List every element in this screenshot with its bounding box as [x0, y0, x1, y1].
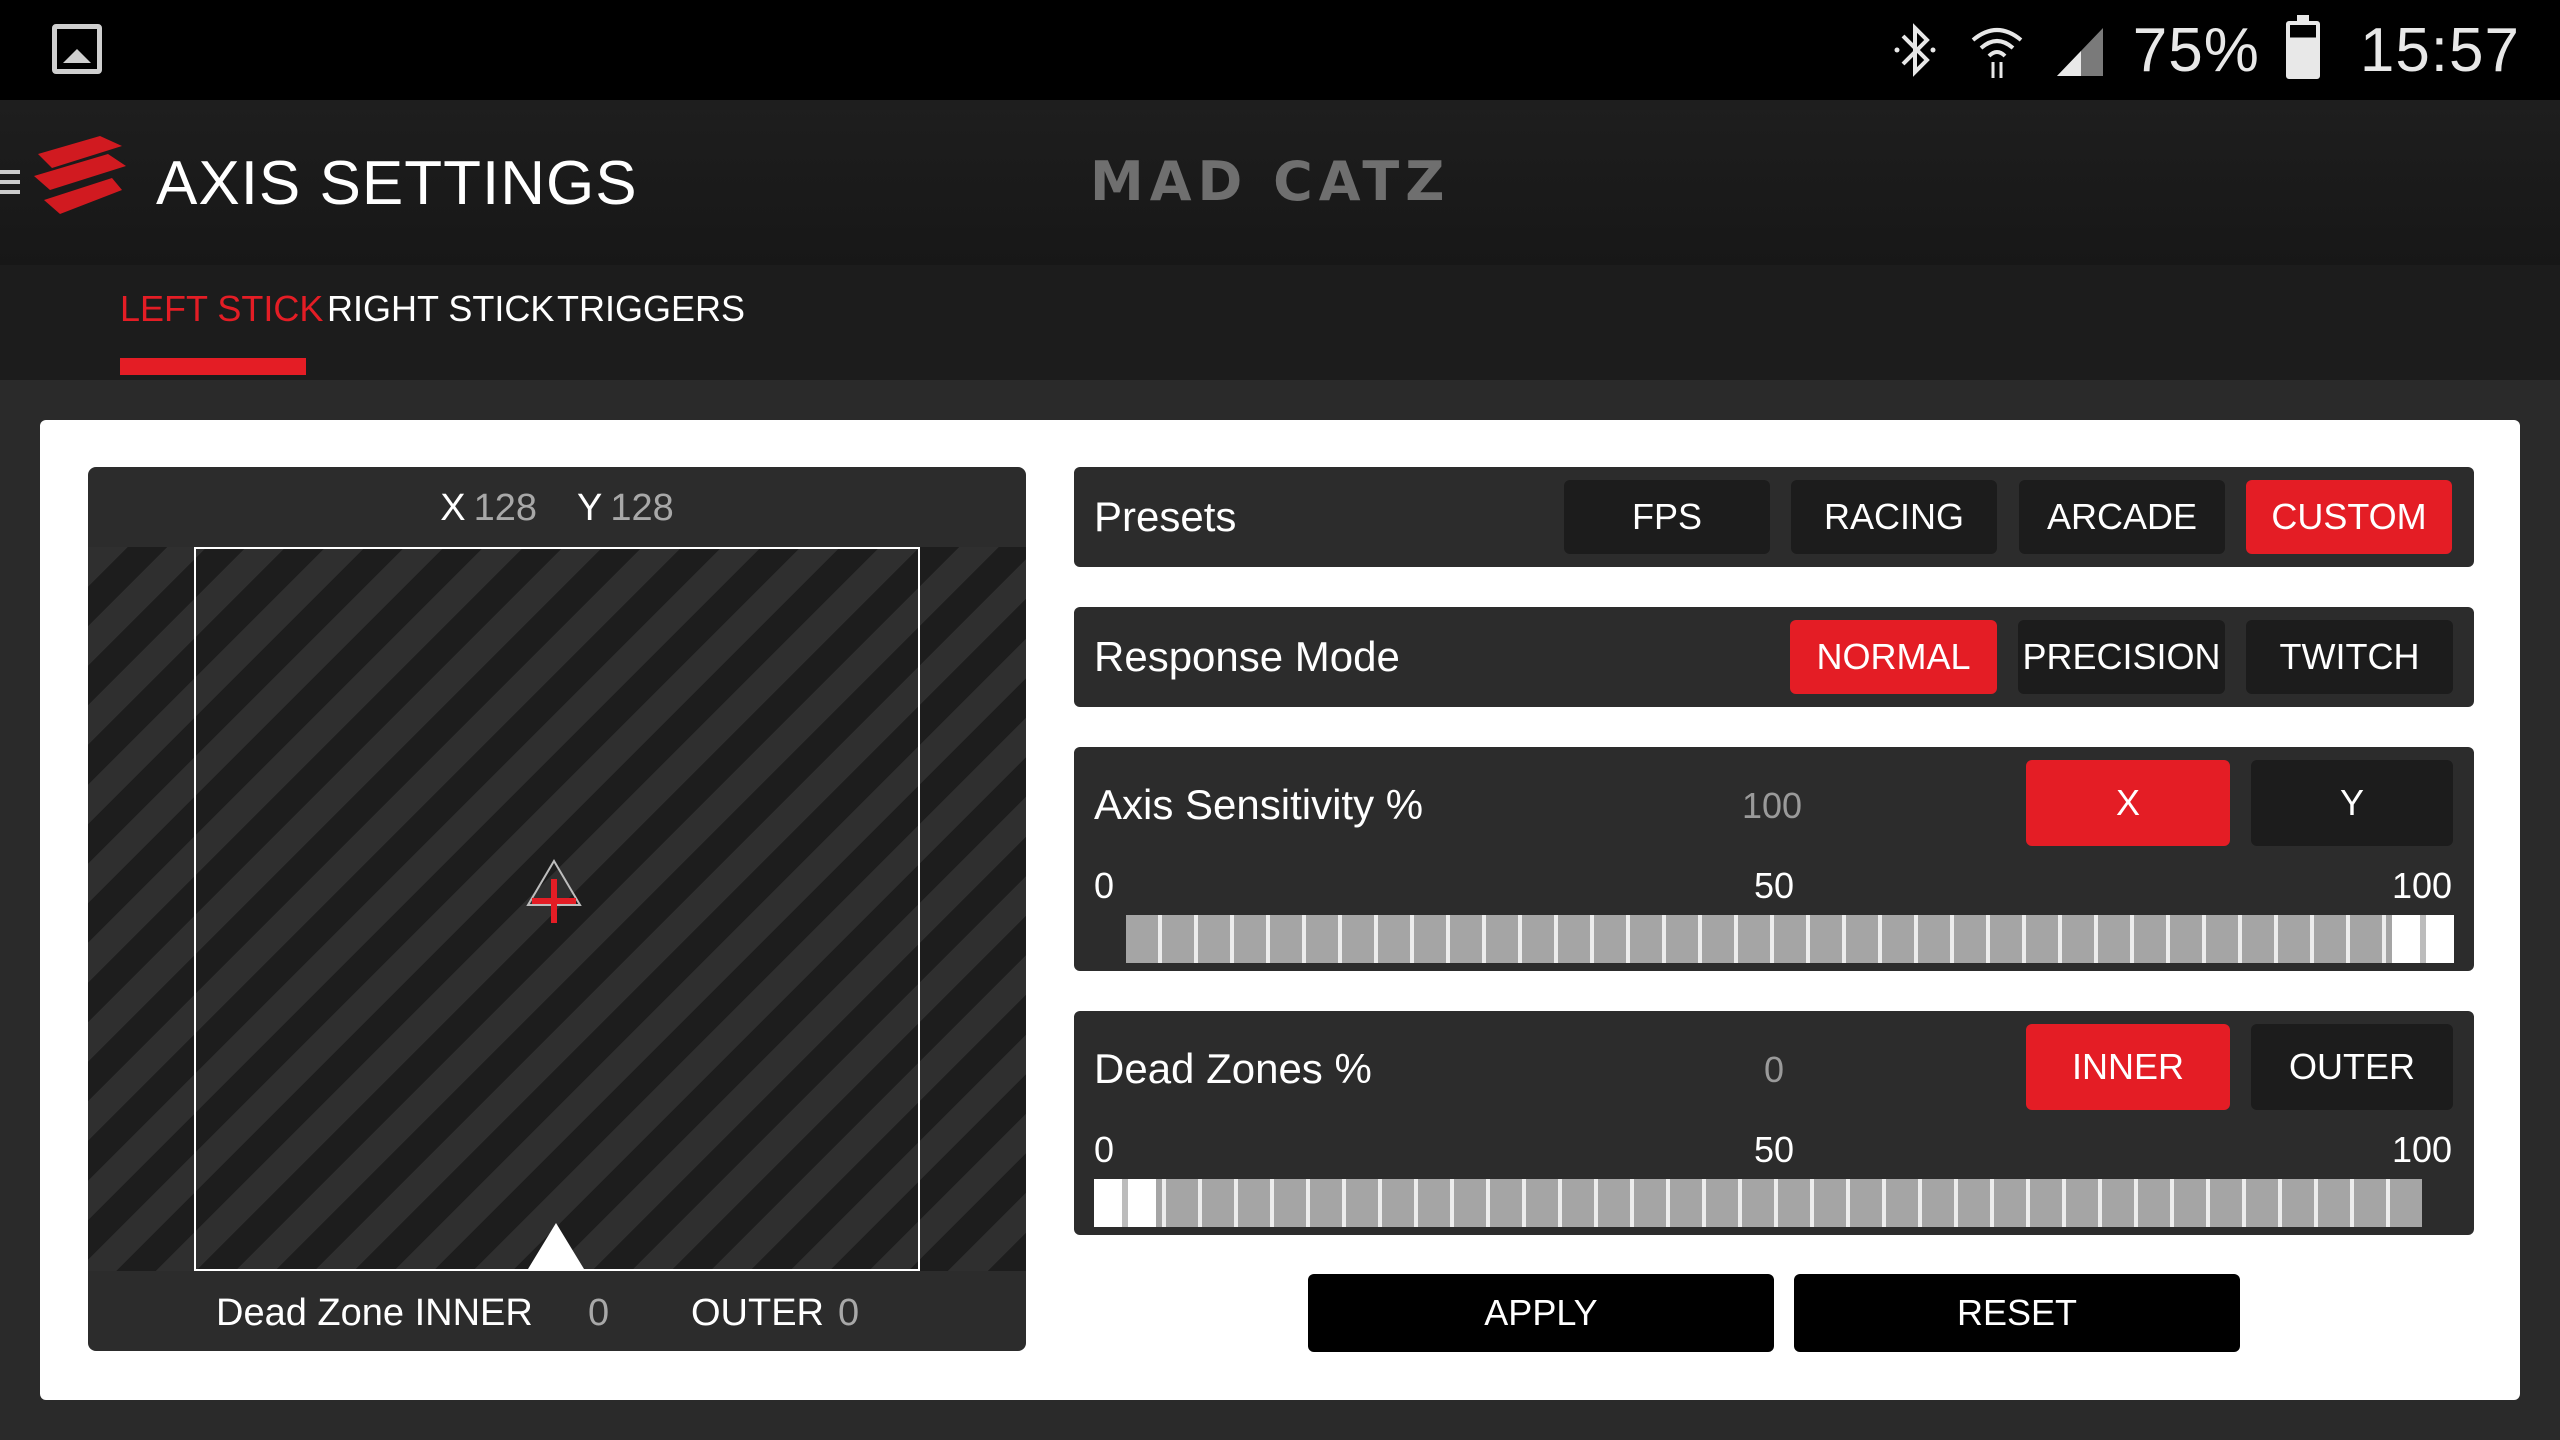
mode-precision-button[interactable]: PRECISION — [2018, 620, 2225, 694]
axis-y-button[interactable]: Y — [2251, 760, 2453, 846]
dead-zone-inner-label: Dead Zone INNER — [216, 1292, 533, 1334]
battery-icon — [2285, 15, 2320, 79]
sensitivity-scale-mid: 50 — [1754, 865, 1795, 906]
page-title: AXIS SETTINGS — [156, 149, 638, 218]
preset-racing-button[interactable]: RACING — [1791, 480, 1997, 554]
dead-zone-inner-button[interactable]: INNER — [2026, 1024, 2230, 1110]
axis-sensitivity-row: Axis Sensitivity % 100 X Y 0 50 100 — [1074, 747, 2474, 971]
battery-percent: 75% — [2132, 15, 2260, 85]
reset-button[interactable]: RESET — [1794, 1274, 2240, 1352]
sensitivity-scale-max: 100 — [2392, 865, 2453, 906]
dead-zones-slider-thumb[interactable] — [1094, 1179, 1156, 1227]
wifi-icon — [1971, 28, 2023, 78]
y-value: 128 — [610, 487, 674, 529]
sensitivity-slider[interactable] — [1126, 915, 2454, 963]
preset-custom-button[interactable]: CUSTOM — [2246, 480, 2452, 554]
clock: 15:57 — [2359, 15, 2520, 85]
tab-triggers[interactable]: TRIGGERS — [557, 288, 745, 329]
brand-logo: MAD CATZ — [1090, 150, 1451, 213]
dead-zones-scale-min: 0 — [1094, 1129, 1115, 1170]
presets-label: Presets — [1094, 493, 1237, 540]
mad-catz-logo-icon[interactable] — [30, 134, 130, 224]
mode-twitch-button[interactable]: TWITCH — [2246, 620, 2453, 694]
dead-zones-scale-max: 100 — [2392, 1129, 2453, 1170]
sensitivity-slider-thumb[interactable] — [2392, 915, 2454, 963]
response-mode-label: Response Mode — [1094, 633, 1400, 680]
presets-row: Presets FPS RACING ARCADE CUSTOM — [1074, 467, 2474, 567]
status-bar: 75% 15:57 — [0, 0, 2560, 100]
status-icons: 75% 15:57 — [1887, 0, 2520, 100]
response-mode-row: Response Mode NORMAL PRECISION TWITCH — [1074, 607, 2474, 707]
axis-sensitivity-value: 100 — [1742, 785, 1803, 826]
dead-zone-readout: Dead Zone INNER 0 OUTER 0 — [88, 1292, 1026, 1342]
menu-icon[interactable] — [0, 170, 20, 196]
tab-left-stick[interactable]: LEFT STICK — [120, 288, 323, 329]
x-value: 128 — [473, 487, 537, 529]
dead-zones-scale-mid: 50 — [1754, 1129, 1795, 1170]
stick-preview: X 128 Y 128 Dead Zone INNER 0 OUTER 0 — [88, 467, 1026, 1351]
active-tab-indicator — [120, 358, 306, 375]
y-label: Y — [577, 487, 603, 529]
gallery-icon — [52, 24, 102, 74]
preset-fps-button[interactable]: FPS — [1564, 480, 1770, 554]
dead-zone-inner-value: 0 — [588, 1292, 610, 1334]
dead-zones-value: 0 — [1764, 1049, 1785, 1090]
axis-x-button[interactable]: X — [2026, 760, 2230, 846]
dead-zone-outer-value: 0 — [838, 1292, 860, 1334]
bluetooth-icon — [1894, 23, 1936, 77]
x-label: X — [440, 487, 466, 529]
preset-arcade-button[interactable]: ARCADE — [2019, 480, 2225, 554]
stick-position-crosshair-icon — [526, 859, 582, 923]
dead-zones-row: Dead Zones % 0 INNER OUTER 0 50 100 — [1074, 1011, 2474, 1235]
dead-zone-outer-button[interactable]: OUTER — [2251, 1024, 2453, 1110]
sensitivity-scale-min: 0 — [1094, 865, 1115, 906]
apply-button[interactable]: APPLY — [1308, 1274, 1774, 1352]
dead-zones-label: Dead Zones % — [1094, 1045, 1372, 1092]
dead-zone-outer-label: OUTER — [691, 1292, 824, 1334]
xy-readout: X 128 Y 128 — [88, 487, 1026, 530]
edge-marker-icon — [528, 1223, 584, 1269]
tab-right-stick[interactable]: RIGHT STICK — [327, 288, 554, 329]
axis-sensitivity-label: Axis Sensitivity % — [1094, 781, 1424, 828]
dead-zones-slider[interactable] — [1094, 1179, 2422, 1227]
signal-icon — [2056, 28, 2103, 76]
mode-normal-button[interactable]: NORMAL — [1790, 620, 1997, 694]
